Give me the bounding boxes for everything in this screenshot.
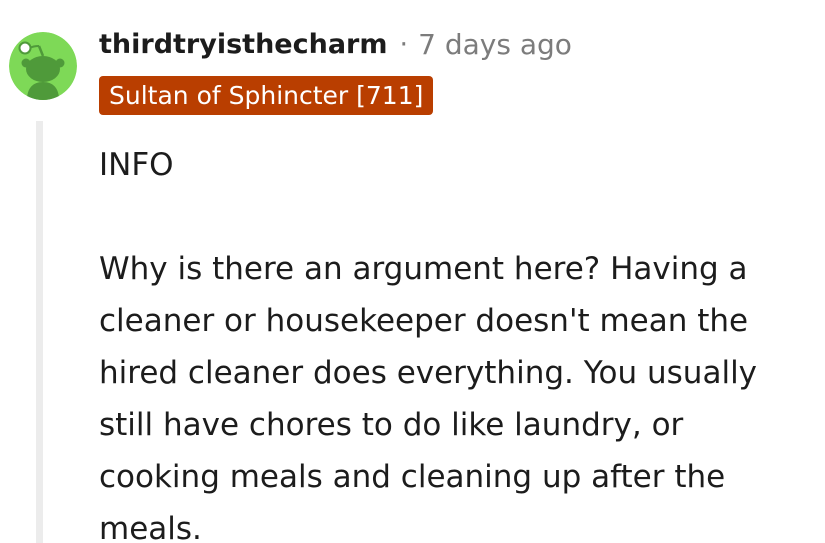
user-avatar[interactable] [9, 32, 77, 100]
snoo-avatar-icon [9, 32, 77, 100]
username-link[interactable]: thirdtryisthecharm [99, 29, 388, 60]
separator-dot: · [399, 28, 409, 60]
comment-paragraph: Why is there an argument here? Having a … [99, 251, 758, 543]
comment: thirdtryisthecharm · 7 days ago Sultan o… [0, 0, 825, 543]
comment-paragraph: INFO [99, 147, 174, 183]
comment-body: INFO Why is there an argument here? Havi… [99, 139, 811, 543]
user-flair: Sultan of Sphincter [711] [99, 76, 434, 115]
comment-header: thirdtryisthecharm · 7 days ago [99, 24, 572, 64]
timestamp-link[interactable]: 7 days ago [418, 28, 572, 61]
thread-line[interactable] [36, 121, 43, 543]
